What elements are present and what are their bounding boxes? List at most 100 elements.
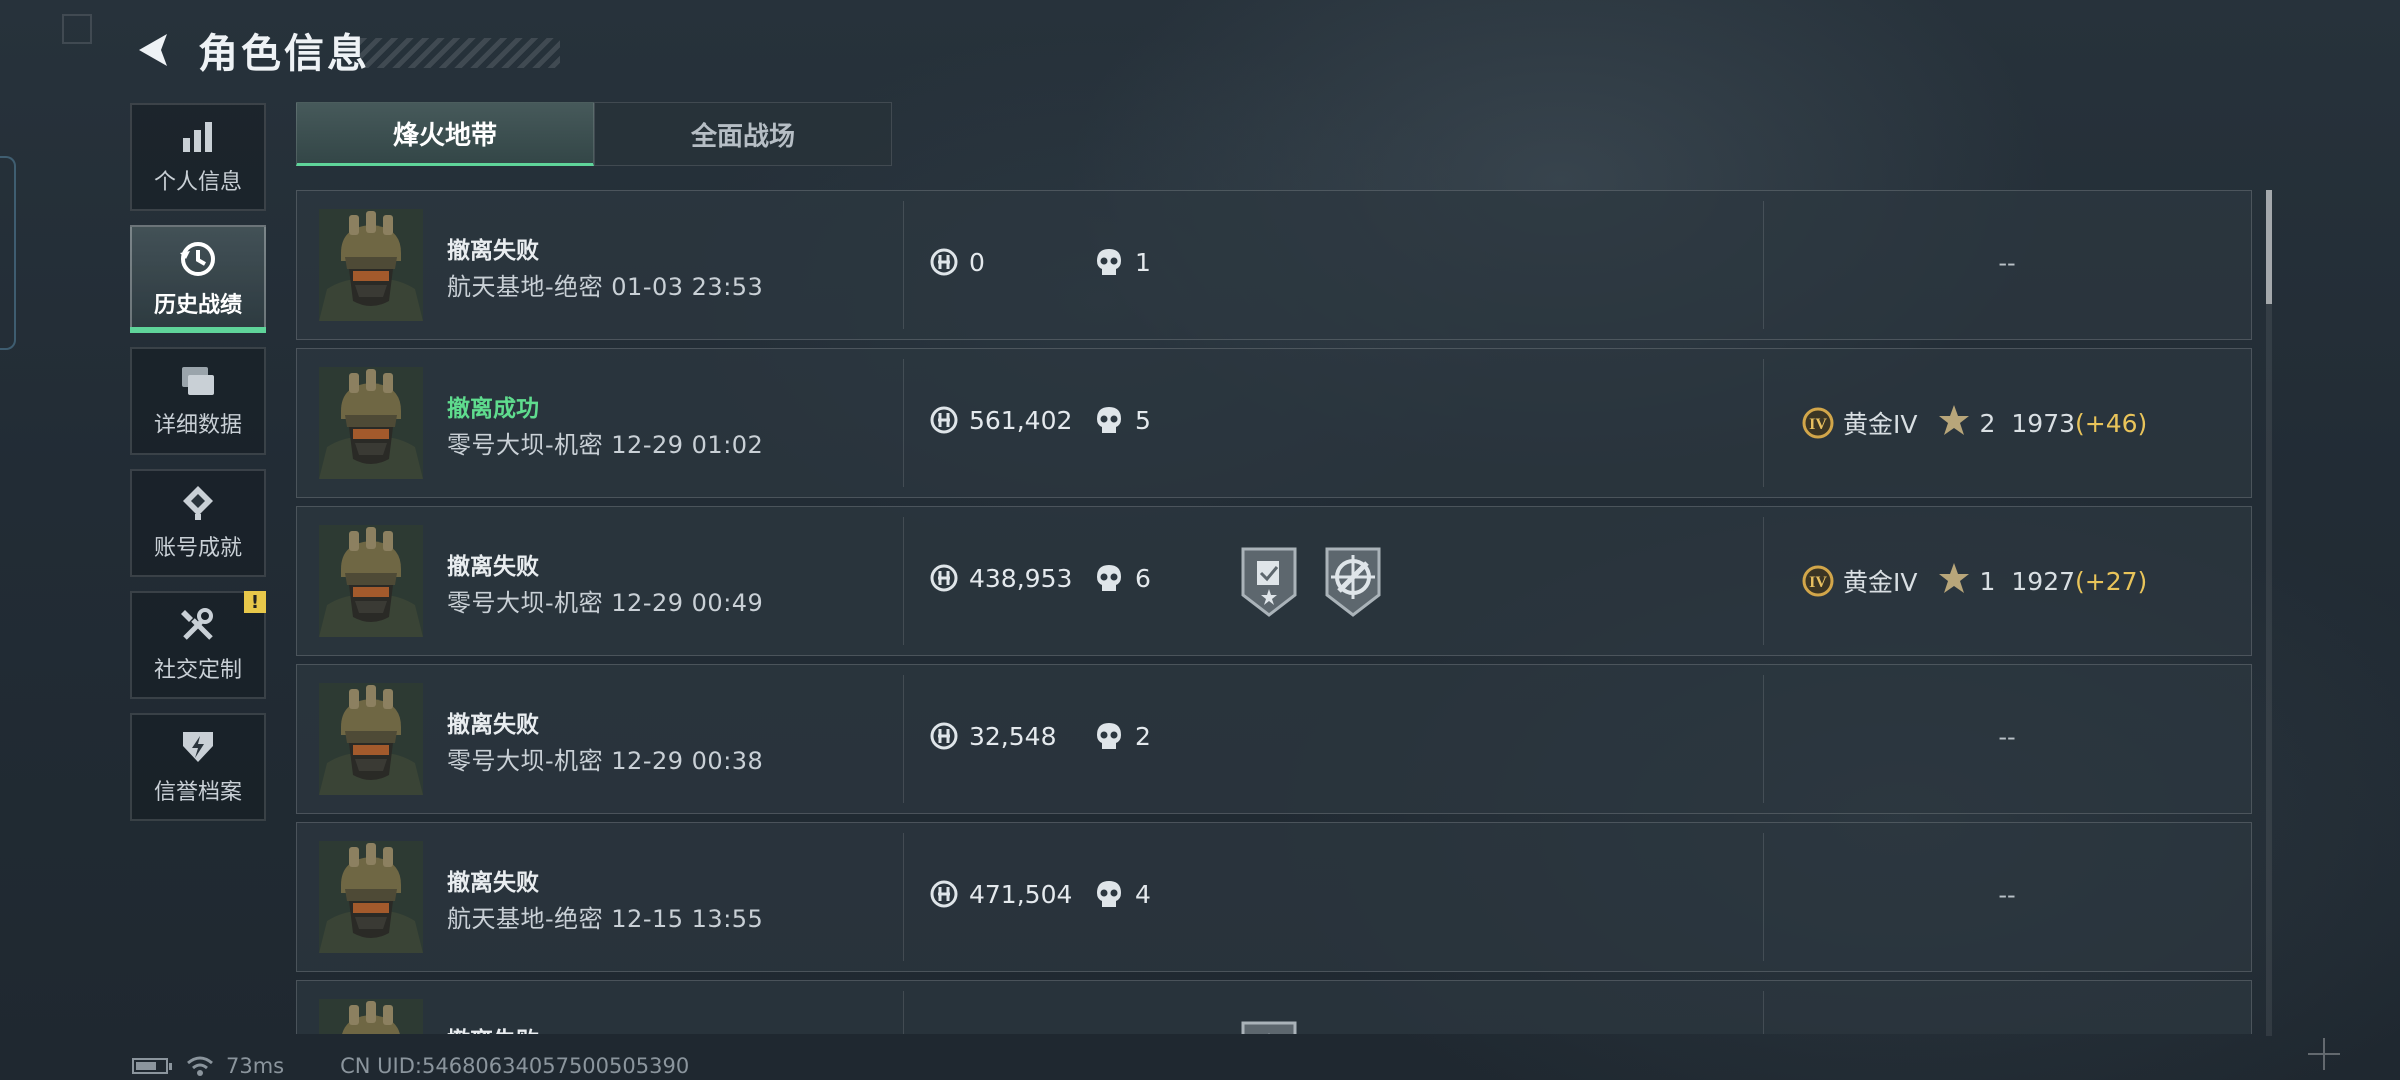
map-and-time: 航天基地-绝密 12-15 13:55 (447, 905, 764, 933)
target-medal-icon[interactable] (1321, 545, 1385, 617)
tools-icon (181, 608, 213, 640)
map-and-time: 零号大坝-机密 12-29 01:02 (447, 431, 764, 459)
loot-value: 32,548 (929, 721, 1056, 751)
currency-icon (930, 248, 958, 276)
loot-value-text: 561,402 (969, 405, 1073, 435)
kill-count: 2 (1095, 721, 1151, 751)
credit-icon (183, 732, 213, 762)
operator-avatar (319, 209, 423, 321)
back-arrow-icon (139, 34, 167, 66)
tab-battlefield[interactable]: 全面战场 (594, 102, 892, 166)
kill-count-text: 2 (1135, 721, 1151, 751)
battery-icon (132, 1058, 172, 1074)
kill-count-text: 6 (1135, 563, 1151, 593)
extraction-status: 撤离失败 (447, 1021, 539, 1034)
divider (1763, 991, 1764, 1034)
sidebar-item-achievements[interactable]: 账号成就 (130, 469, 266, 577)
star-medal-icon[interactable] (1237, 1019, 1301, 1034)
sidebar-item-label: 账号成就 (153, 536, 242, 561)
achievement-icon (183, 486, 213, 520)
medal-list (1237, 1019, 1301, 1034)
operator-avatar (319, 841, 423, 953)
rank-delta: (+27) (2075, 566, 2148, 596)
match-record-row[interactable]: 撤离失败 (296, 980, 2252, 1034)
sidebar-item-detailed-data[interactable]: 详细数据 (130, 347, 266, 455)
sidebar: 个人信息 历史战绩 详细数据 账号成就 社交定制 ! 信誉档案 (130, 103, 266, 835)
kill-count-text: 5 (1135, 405, 1151, 435)
loot-value-text: 438,953 (969, 563, 1073, 593)
no-rank-placeholder: -- (1998, 881, 2016, 909)
operator-avatar (319, 999, 423, 1034)
rank-stars: 1 (1979, 566, 1996, 596)
corner-frame (62, 14, 92, 44)
svg-text:IV: IV (1809, 574, 1827, 591)
sidebar-item-history[interactable]: 历史战绩 (130, 225, 266, 333)
tab-warzone[interactable]: 烽火地带 (296, 102, 594, 166)
rank-tier: 黄金IV (1843, 568, 1918, 597)
skull-icon (1097, 407, 1121, 433)
cards-icon (182, 367, 214, 395)
match-record-row[interactable]: 撤离失败 零号大坝-机密 12-29 00:38 32,548 2 -- (296, 664, 2252, 814)
divider (903, 675, 904, 803)
match-record-row[interactable]: 撤离失败航天基地-绝密 12-15 13:55 471,504 4 -- (296, 822, 2252, 972)
no-rank-placeholder: -- (1998, 723, 2016, 751)
kill-count: 1 (1095, 247, 1151, 277)
divider (903, 201, 904, 329)
divider (903, 991, 904, 1034)
match-record-row[interactable]: 撤离失败零号大坝-机密 12-29 00:49 438,953 6 IV 黄金IV 1 19… (296, 506, 2252, 656)
extraction-status: 撤离失败 (447, 870, 539, 896)
operator-avatar (319, 525, 423, 637)
star-icon (1939, 405, 1970, 435)
rank-tier: 黄金IV (1843, 410, 1918, 439)
match-record-row[interactable]: 撤离成功 零号大坝-机密 12-29 01:02 561,402 5 IV 黄金IV 2 19… (296, 348, 2252, 498)
extraction-status: 撤离失败 (447, 238, 539, 264)
extraction-status: 撤离失败 (447, 554, 539, 580)
back-button[interactable] (128, 25, 178, 75)
kill-count-text: 1 (1135, 247, 1151, 277)
side-drawer-handle[interactable] (0, 156, 16, 350)
skull-icon (1097, 723, 1121, 749)
sidebar-item-label: 历史战绩 (153, 293, 242, 318)
skull-icon (1097, 249, 1121, 275)
sidebar-item-label: 信誉档案 (153, 780, 242, 805)
task-medal-icon[interactable] (1237, 545, 1301, 617)
loot-value: 438,953 (929, 563, 1072, 593)
map-and-time: 零号大坝-机密 12-29 00:49 (447, 589, 764, 617)
sidebar-item-credit-record[interactable]: 信誉档案 (130, 713, 266, 821)
currency-icon (930, 880, 958, 908)
match-history-list[interactable]: 撤离失败 航天基地-绝密 01-03 23:53 0 1 -- 撤离成功 零号大坝-机密 1… (296, 190, 2252, 1034)
gold-rank-icon: IV (1802, 407, 1834, 439)
skull-icon (1097, 881, 1121, 907)
mode-tabs: 烽火地带 全面战场 (296, 102, 892, 166)
divider (1763, 517, 1764, 645)
no-rank-placeholder: -- (1998, 249, 2016, 277)
currency-icon (930, 722, 958, 750)
extraction-status: 撤离成功 (447, 396, 539, 422)
extraction-status: 撤离失败 (447, 712, 539, 738)
sidebar-item-label: 详细数据 (153, 413, 242, 438)
page-header: 角色信息 (128, 20, 560, 80)
scrollbar-thumb[interactable] (2266, 190, 2272, 304)
loot-value-text: 32,548 (969, 721, 1057, 751)
loot-value: 561,402 (929, 405, 1072, 435)
sidebar-item-social-custom[interactable]: 社交定制 ! (130, 591, 266, 699)
bar-chart-icon (183, 122, 212, 152)
divider (1763, 359, 1764, 487)
kill-count-text: 4 (1135, 879, 1151, 909)
match-record-row[interactable]: 撤离失败航天基地-绝密 01-03 23:53 0 1 -- (296, 190, 2252, 340)
rank-score: 1973 (2011, 408, 2076, 438)
sidebar-item-personal-info[interactable]: 个人信息 (130, 103, 266, 211)
kill-count: 5 (1095, 405, 1151, 435)
map-and-time: 航天基地-绝密 01-03 23:53 (447, 273, 764, 301)
rank-change: IV 黄金IV 2 1973 (+46) (1801, 403, 2147, 443)
divider (903, 833, 904, 961)
rank-change: IV 黄金IV 1 1927 (+27) (1801, 561, 2147, 601)
currency-icon (930, 564, 958, 592)
loot-value-text: 471,504 (969, 879, 1073, 909)
crosshair-icon (2308, 1038, 2340, 1070)
scrollbar[interactable] (2266, 190, 2272, 1036)
rank-score: 1927 (2011, 566, 2076, 596)
loot-value: 0 (929, 247, 985, 277)
star-icon (1939, 563, 1970, 593)
medal-list (1237, 545, 1385, 617)
